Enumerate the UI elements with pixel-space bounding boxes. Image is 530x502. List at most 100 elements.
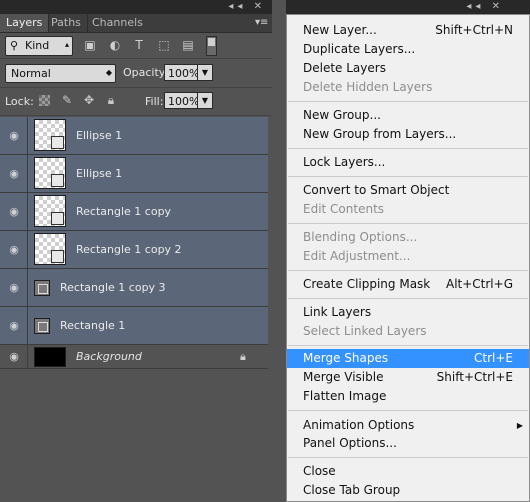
fill-field[interactable]: 100%	[164, 92, 199, 109]
eye-visibility-icon[interactable]: ◉	[6, 351, 22, 362]
menu-item-new-layer[interactable]: New Layer... Shift+Ctrl+N	[287, 21, 529, 40]
menu-item-close[interactable]: Close	[287, 462, 529, 481]
vector-mask-icon	[51, 174, 64, 187]
layer-thumbnail	[34, 119, 66, 151]
layer-name: Rectangle 1 copy	[76, 205, 172, 218]
collapse-close-icons[interactable]: ◂◂ ✕	[228, 1, 266, 12]
layer-row[interactable]: ◉ Rectangle 1 copy	[0, 193, 268, 231]
layer-row[interactable]: ◉ Rectangle 1 copy 3	[0, 269, 268, 307]
divider	[0, 87, 272, 88]
layer-name: Rectangle 1 copy 3	[60, 281, 166, 294]
menu-item-flatten-image[interactable]: Flatten Image	[287, 387, 529, 406]
menu-item-convert-to-smart-object[interactable]: Convert to Smart Object	[287, 181, 529, 200]
background-layer-row[interactable]: ◉ Background 🔒︎	[0, 345, 268, 369]
menu-item-edit-contents: Edit Contents	[287, 200, 529, 219]
menu-item-new-group-from-layers[interactable]: New Group from Layers...	[287, 125, 529, 144]
background-layer-name: Background	[76, 350, 142, 363]
menu-item-edit-adjustment: Edit Adjustment...	[287, 247, 529, 266]
eye-visibility-icon[interactable]: ◉	[6, 168, 22, 179]
menu-item-label: Delete Hidden Layers	[303, 80, 433, 94]
menu-item-label: New Group from Layers...	[303, 127, 457, 141]
menu-separator	[288, 410, 528, 411]
menu-item-label: Lock Layers...	[303, 155, 386, 169]
menu-item-label: Close Tab Group	[303, 483, 401, 497]
layer-row[interactable]: ◉ Rectangle 1	[0, 307, 268, 345]
eye-visibility-icon[interactable]: ◉	[6, 206, 22, 217]
filter-kind-select[interactable]: ⚲ Kind ▴	[5, 36, 73, 56]
lock-position-move-icon[interactable]: ✥	[82, 93, 96, 107]
search-icon: ⚲	[10, 39, 19, 52]
vector-mask-icon	[51, 212, 64, 225]
menu-separator	[288, 223, 528, 224]
lock-pixels-brush-icon[interactable]: ✎	[60, 93, 74, 107]
menu-item-lock-layers[interactable]: Lock Layers...	[287, 153, 529, 172]
menu-item-merge-visible[interactable]: Merge Visible Shift+Ctrl+E	[287, 368, 529, 387]
submenu-arrow-icon: ▶	[516, 421, 523, 430]
menu-separator	[288, 101, 528, 102]
menu-item-link-layers[interactable]: Link Layers	[287, 303, 529, 322]
menu-item-close-tab-group[interactable]: Close Tab Group	[287, 481, 529, 500]
opacity-field[interactable]: 100%	[164, 64, 199, 81]
menu-item-label: Link Layers	[303, 305, 372, 319]
pixel-filter-icon[interactable]: ▣	[83, 38, 97, 52]
eye-visibility-icon[interactable]: ◉	[6, 282, 22, 293]
updown-arrow-icon: ▴	[64, 40, 69, 49]
layer-thumbnail	[34, 157, 66, 189]
menu-item-animation-options[interactable]: Animation Options ▶	[287, 416, 529, 435]
menu-item-label: Close	[303, 464, 336, 478]
menu-separator	[288, 298, 528, 299]
adjustment-filter-icon[interactable]: ◐	[108, 38, 122, 52]
fill-dropdown-icon[interactable]: ▼	[197, 92, 213, 109]
shape-filter-icon[interactable]: ⬚	[157, 38, 171, 52]
opacity-dropdown-icon[interactable]: ▼	[197, 64, 213, 81]
layers-list: ◉ Ellipse 1 ◉ Ellipse 1 ◉ Rectangle 1 co…	[0, 117, 268, 369]
lock-all-padlock-icon[interactable]: 🔒︎	[104, 93, 118, 107]
layer-row[interactable]: ◉ Rectangle 1 copy 2	[0, 231, 268, 269]
tab-layers[interactable]: Layers	[0, 14, 50, 32]
smart-object-filter-icon[interactable]: ▤	[181, 38, 195, 52]
lock-transparency-icon[interactable]	[39, 95, 50, 106]
lock-label: Lock:	[5, 95, 34, 108]
eye-visibility-icon[interactable]: ◉	[6, 320, 22, 331]
layer-name: Ellipse 1	[76, 167, 123, 180]
menu-item-blending-options: Blending Options...	[287, 228, 529, 247]
eye-visibility-icon[interactable]: ◉	[6, 130, 22, 141]
menu-item-label: Animation Options	[303, 418, 415, 432]
menu-item-label: New Group...	[303, 108, 381, 122]
layer-row[interactable]: ◉ Ellipse 1	[0, 155, 268, 193]
menu-item-label: Duplicate Layers...	[303, 42, 416, 56]
eye-visibility-icon[interactable]: ◉	[6, 244, 22, 255]
type-filter-icon[interactable]: T	[132, 38, 146, 52]
menu-item-label: Panel Options...	[303, 436, 397, 450]
vector-mask-icon	[51, 136, 64, 149]
background-thumbnail	[34, 347, 66, 367]
lock-icon: 🔒︎	[240, 350, 246, 363]
menu-item-merge-shapes[interactable]: Merge Shapes Ctrl+E	[287, 349, 529, 368]
blend-mode-select[interactable]: Normal ◆	[5, 64, 116, 83]
menu-item-create-clipping-mask[interactable]: Create Clipping Mask Alt+Ctrl+G	[287, 275, 529, 294]
layer-row[interactable]: ◉ Ellipse 1	[0, 117, 268, 155]
menu-item-shortcut: Shift+Ctrl+N	[435, 23, 513, 37]
menu-item-label: Blending Options...	[303, 230, 418, 244]
menu-item-label: Edit Adjustment...	[303, 249, 411, 263]
menu-item-shortcut: Ctrl+E	[474, 351, 513, 365]
panel-menu-icon[interactable]: ▾≡	[255, 16, 269, 29]
filter-toggle-icon[interactable]	[206, 36, 217, 56]
menu-item-label: Delete Layers	[303, 61, 386, 75]
divider	[0, 115, 272, 116]
menu-item-delete-layers[interactable]: Delete Layers	[287, 59, 529, 78]
menu-item-label: Create Clipping Mask	[303, 277, 431, 291]
tab-paths[interactable]: Paths	[45, 14, 88, 32]
layer-thumbnail	[34, 195, 66, 227]
menu-item-label: Flatten Image	[303, 389, 387, 403]
collapse-close-icons[interactable]: ◂◂ ✕	[466, 1, 504, 12]
layer-name: Ellipse 1	[76, 129, 123, 142]
menu-item-new-group[interactable]: New Group...	[287, 106, 529, 125]
tab-channels[interactable]: Channels	[86, 14, 149, 32]
opacity-label: Opacity:	[123, 66, 169, 79]
menu-item-panel-options[interactable]: Panel Options...	[287, 434, 529, 453]
layer-name: Rectangle 1 copy 2	[76, 243, 182, 256]
menu-item-duplicate-layers[interactable]: Duplicate Layers...	[287, 40, 529, 59]
menu-item-label: Merge Shapes	[303, 351, 389, 365]
shape-layer-icon	[34, 318, 50, 334]
